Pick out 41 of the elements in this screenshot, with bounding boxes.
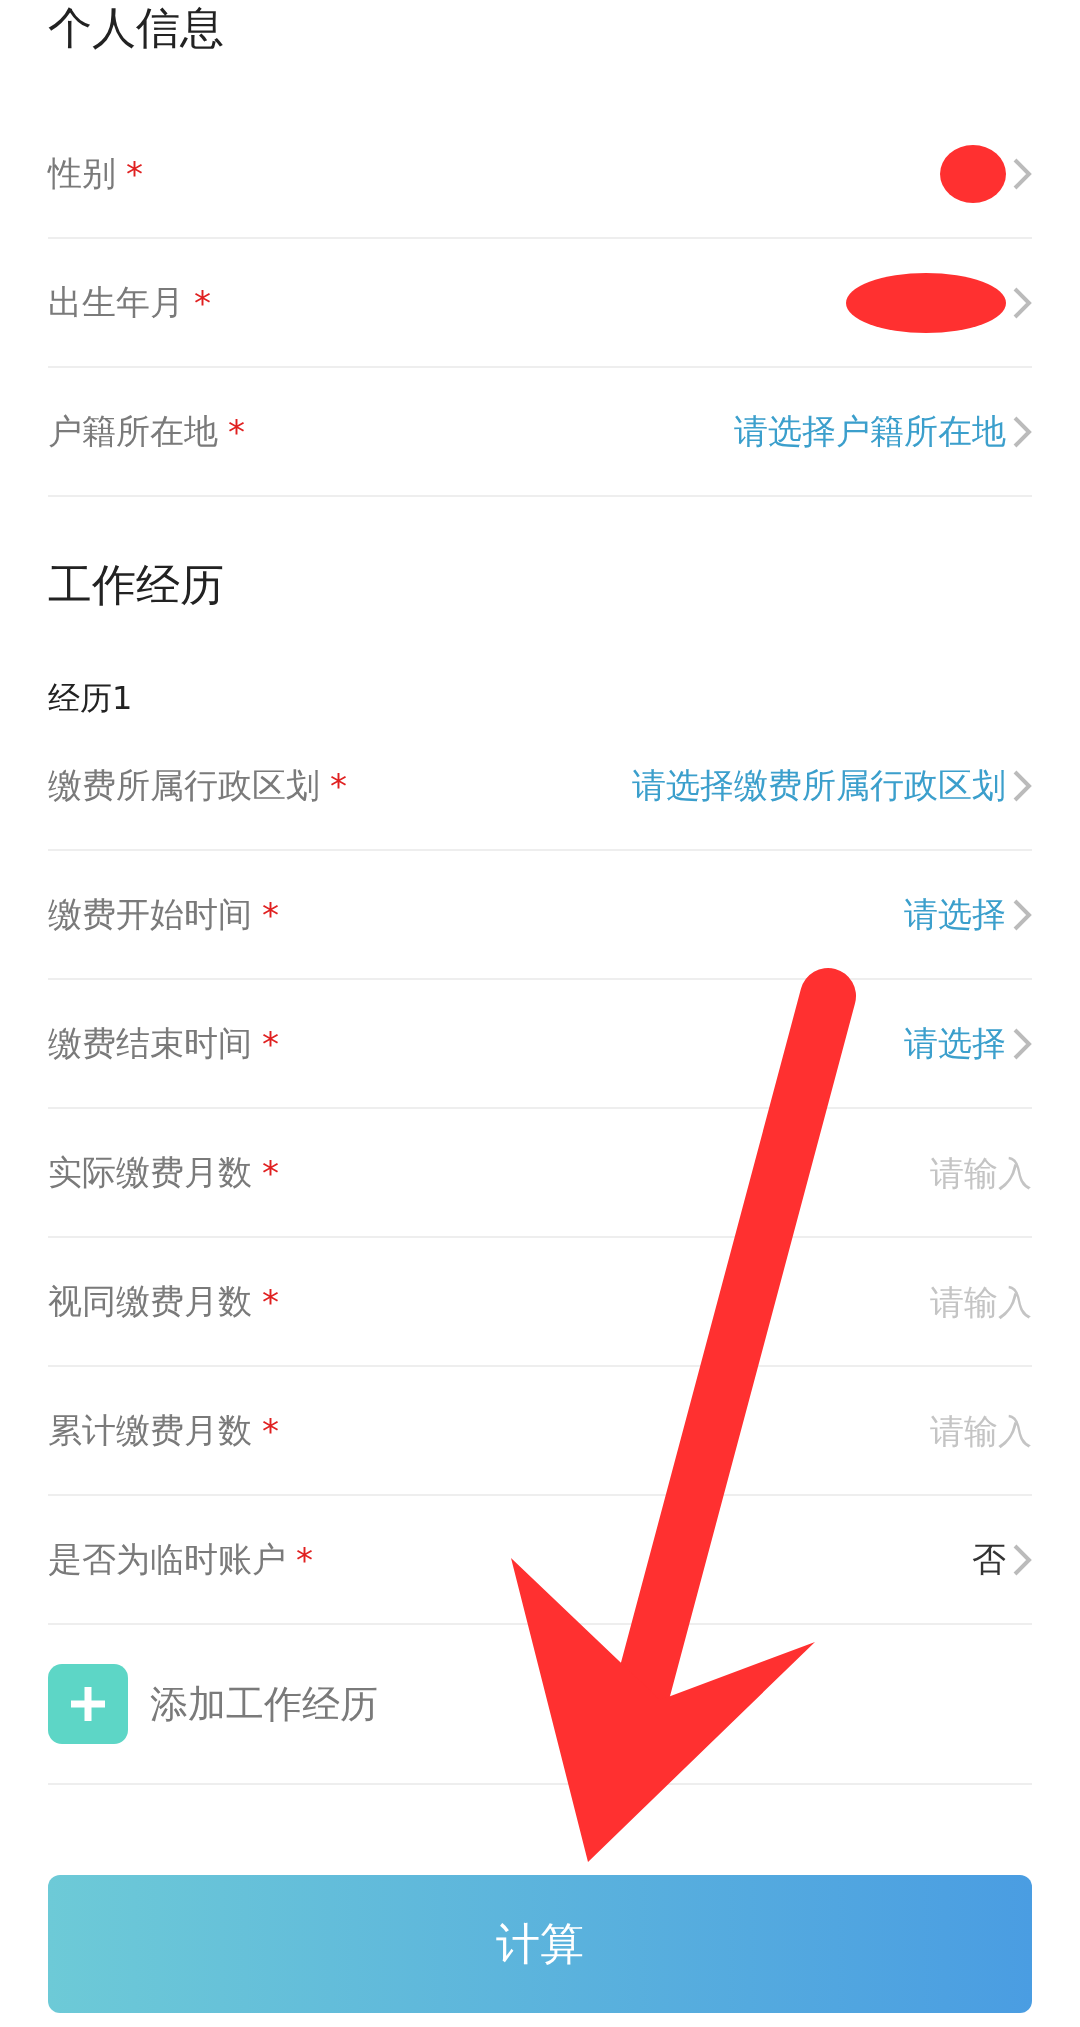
chevron-icon	[1012, 1026, 1032, 1061]
required-mark: *	[262, 894, 279, 935]
field-label: 累计缴费月数	[48, 1408, 252, 1452]
field-label: 缴费结束时间	[48, 1021, 252, 1065]
field-label: 实际缴费月数	[48, 1150, 252, 1194]
required-mark: *	[194, 282, 211, 323]
field-value[interactable]: 否	[972, 1536, 1006, 1583]
select-placeholder[interactable]: 请选择	[904, 891, 1006, 938]
input-field[interactable]: 请输入	[832, 1152, 1032, 1193]
input-field[interactable]: 请输入	[832, 1410, 1032, 1451]
required-mark: *	[262, 1281, 279, 1322]
add-link[interactable]: 添加工作经历	[150, 1678, 378, 1730]
field-label: 缴费所属行政区划	[48, 763, 320, 807]
calculate-button[interactable]: 计算	[48, 1875, 1032, 2013]
chevron-icon	[1012, 414, 1032, 449]
required-mark: *	[228, 411, 245, 452]
required-mark: *	[126, 153, 143, 194]
field-label: 是否为临时账户	[48, 1537, 286, 1581]
chevron-icon	[1012, 768, 1032, 803]
subsection-title: 经历1	[48, 678, 133, 718]
chevron-icon	[1012, 156, 1032, 191]
required-mark: *	[296, 1539, 313, 1580]
required-mark: *	[330, 765, 347, 806]
select-placeholder[interactable]: 请选择户籍所在地	[734, 408, 1006, 455]
field-label: 户籍所在地	[48, 409, 218, 453]
chevron-icon	[1012, 285, 1032, 320]
required-mark: *	[262, 1023, 279, 1064]
field-label: 视同缴费月数	[48, 1279, 252, 1323]
required-mark: *	[262, 1152, 279, 1193]
chevron-icon	[1012, 897, 1032, 932]
select-placeholder[interactable]: 请选择缴费所属行政区划	[632, 762, 1006, 809]
section-title: 个人信息	[48, 1, 225, 55]
input-field[interactable]: 请输入	[832, 1281, 1032, 1322]
chevron-icon	[1012, 1542, 1032, 1577]
field-label: 性别	[48, 151, 116, 195]
plus-icon[interactable]	[48, 1664, 128, 1744]
field-label: 缴费开始时间	[48, 892, 252, 936]
required-mark: *	[262, 1410, 279, 1451]
section-title: 工作经历	[48, 558, 224, 612]
select-placeholder[interactable]: 请选择	[904, 1020, 1006, 1067]
field-label: 出生年月	[48, 280, 184, 324]
